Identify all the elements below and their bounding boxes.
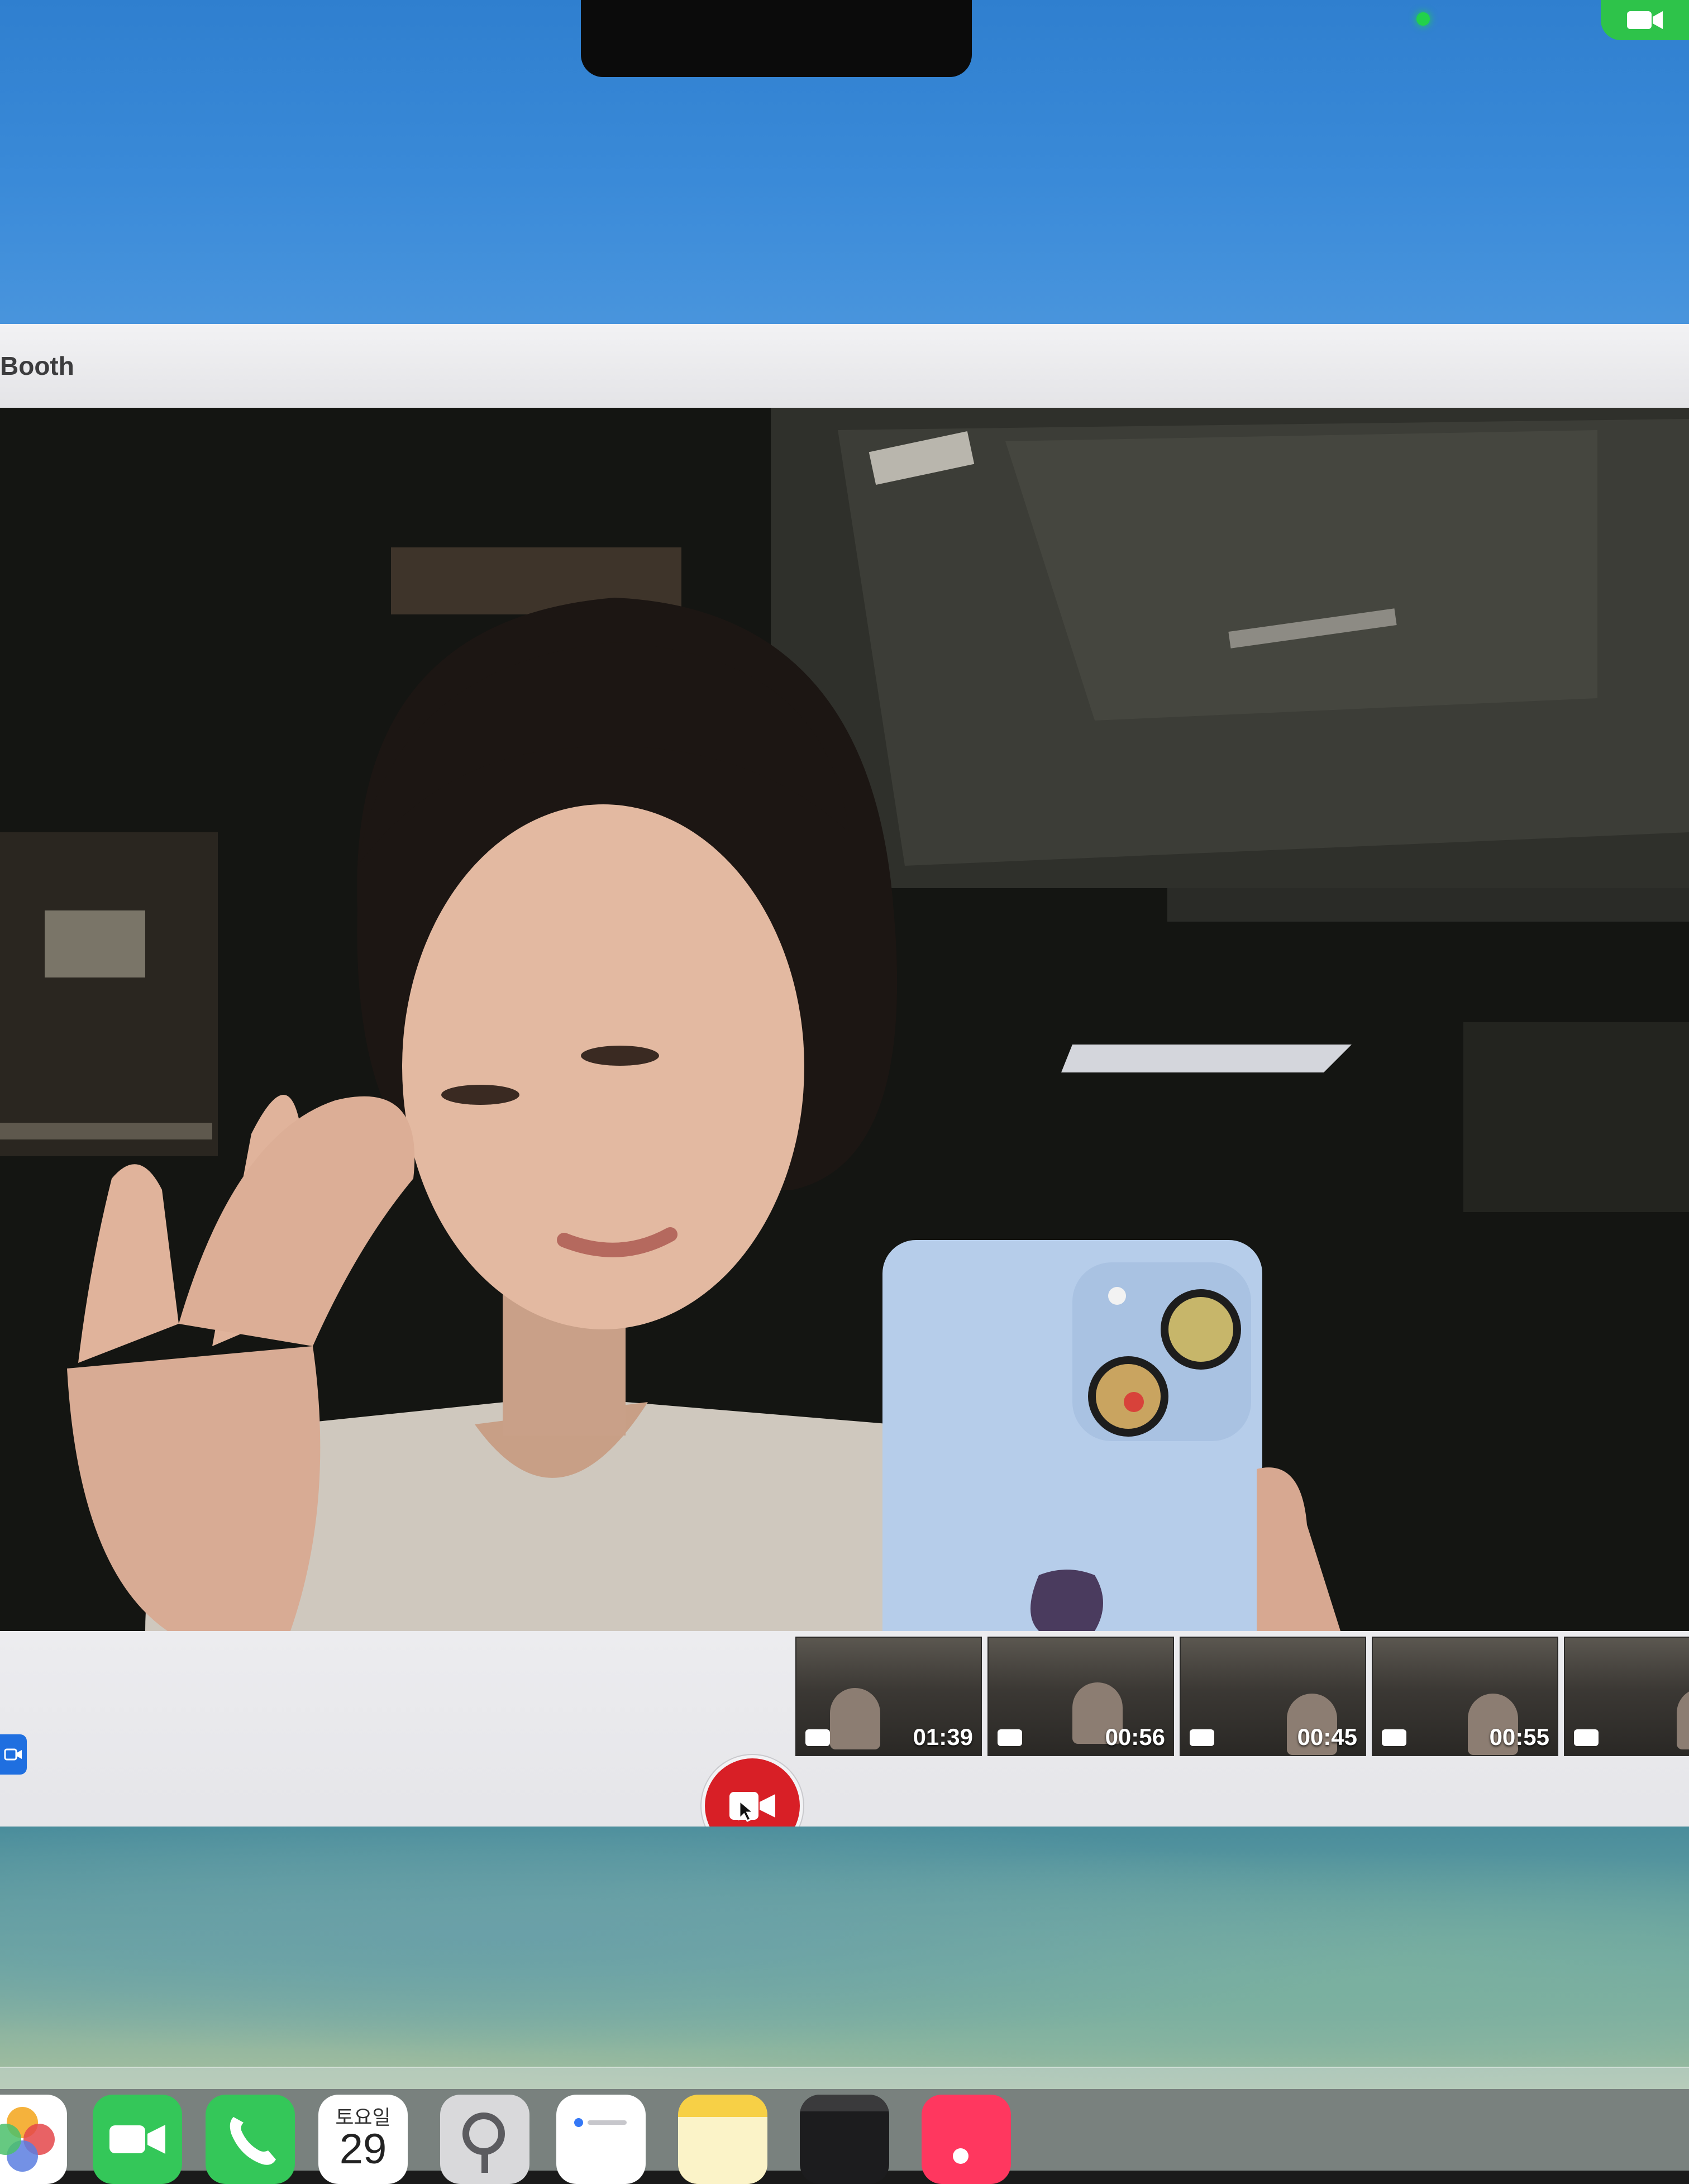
- recording-thumbnail[interactable]: 01:39: [795, 1637, 982, 1756]
- dock-photos-app[interactable]: [0, 2095, 67, 2184]
- dock-preview-app[interactable]: [440, 2095, 529, 2184]
- dock-reminders-app[interactable]: [556, 2095, 646, 2184]
- dock-calendar-app[interactable]: 토요일 29: [318, 2095, 408, 2184]
- dock-terminal-app[interactable]: [800, 2095, 889, 2184]
- camera-notch: [581, 0, 1430, 77]
- recording-thumbnail[interactable]: 00:45: [1180, 1637, 1366, 1756]
- phone-icon: [230, 2117, 276, 2165]
- camera-preview: [0, 408, 1689, 1631]
- thumbnail-subject: [830, 1688, 880, 1749]
- camera-preview-image: [0, 408, 1689, 1631]
- window-titlebar[interactable]: Booth: [0, 324, 1689, 409]
- calendar-date: 29: [339, 2125, 387, 2173]
- video-camera-icon: [1627, 11, 1663, 29]
- dock-phone-app[interactable]: [206, 2095, 295, 2184]
- video-icon: [805, 1729, 830, 1746]
- dock-music-app[interactable]: [922, 2095, 1011, 2184]
- camera-in-use-indicator[interactable]: [1601, 0, 1689, 40]
- dock-facetime-app[interactable]: [93, 2095, 182, 2184]
- camera-indicator-light: [1416, 12, 1430, 26]
- notes-icon: [678, 2117, 767, 2184]
- recording-duration: 01:39: [913, 1724, 973, 1750]
- video-icon: [1190, 1729, 1214, 1746]
- magnifier-icon: [462, 2113, 505, 2173]
- recording-thumbnail[interactable]: 01: [1564, 1637, 1689, 1756]
- video-icon: [1382, 1729, 1406, 1746]
- recording-thumbnail[interactable]: 00:56: [987, 1637, 1174, 1756]
- music-icon: [953, 2148, 968, 2164]
- window-title: Booth: [0, 351, 74, 380]
- video-icon: [998, 1729, 1022, 1746]
- photos-icon: [0, 2107, 55, 2172]
- desktop-wallpaper-bottom: [0, 1827, 1689, 2089]
- recordings-strip[interactable]: 01:39 00:56 00:45 00:55 01: [795, 1637, 1689, 1759]
- video-mode-icon: [4, 1748, 22, 1761]
- list-icon: [574, 2118, 627, 2127]
- recording-duration: 00:56: [1105, 1724, 1165, 1750]
- video-record-icon: [729, 1792, 775, 1823]
- video-mode-button[interactable]: [0, 1734, 27, 1775]
- recording-thumbnail[interactable]: 00:55: [1372, 1637, 1558, 1756]
- facetime-icon: [109, 2125, 165, 2154]
- terminal-icon: [800, 2095, 889, 2111]
- recording-duration: 00:45: [1297, 1724, 1357, 1750]
- photo-booth-window: Booth 01:39 00:56 00:45 00:55: [0, 324, 1689, 1933]
- dock-notes-app[interactable]: [678, 2095, 767, 2184]
- recording-duration: 00:55: [1489, 1724, 1549, 1750]
- video-icon: [1574, 1729, 1599, 1746]
